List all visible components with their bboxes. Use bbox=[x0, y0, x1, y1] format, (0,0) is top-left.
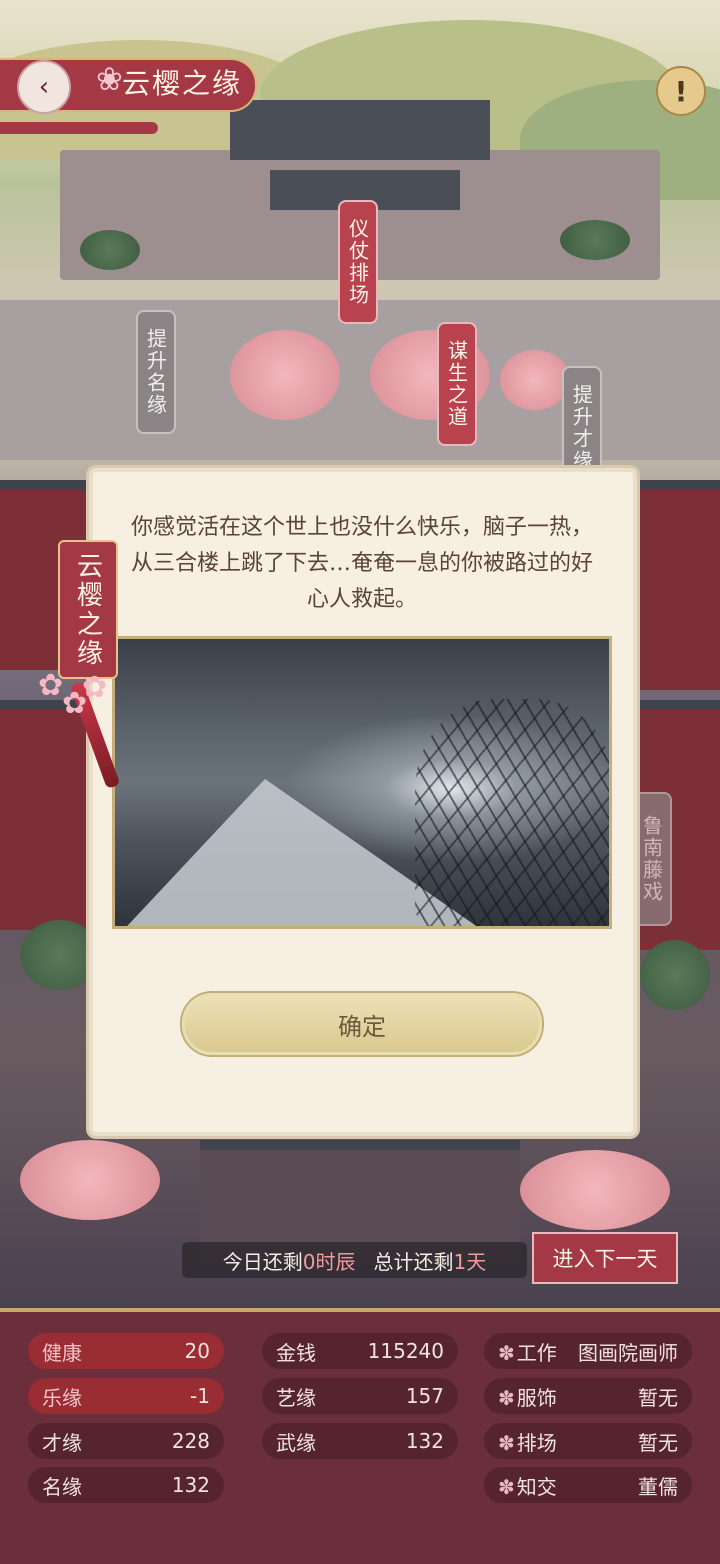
stat-clothing[interactable]: 服饰暂无 bbox=[484, 1378, 692, 1414]
building bbox=[630, 480, 720, 690]
total-remaining-label: 总计还剩 bbox=[373, 1249, 454, 1274]
stormy-night-illustration bbox=[112, 636, 612, 929]
stat-art: 艺缘 157 bbox=[262, 1378, 458, 1414]
cherry-tree bbox=[230, 330, 340, 420]
stat-joy: 乐缘 -1 bbox=[28, 1378, 224, 1414]
stat-friend[interactable]: 知交董儒 bbox=[484, 1467, 692, 1503]
today-remaining-label: 今日还剩 bbox=[222, 1249, 303, 1274]
event-message: 你感觉活在这个世上也没什么快乐，脑子一热，从三合楼上跳了下去…奄奄一息的你被路过… bbox=[130, 515, 593, 612]
green-tree bbox=[80, 230, 140, 270]
confirm-button[interactable]: 确定 bbox=[182, 993, 542, 1055]
time-remaining-strip: 今日还剩 0时辰 总计还剩 1天 bbox=[182, 1242, 527, 1278]
next-day-button[interactable]: 进入下一天 bbox=[532, 1232, 678, 1284]
courtyard bbox=[0, 300, 720, 460]
stat-fame: 名缘 132 bbox=[28, 1467, 224, 1503]
dialog-side-tag: 云樱之缘 bbox=[58, 540, 118, 679]
flower-icon: ❀ bbox=[96, 60, 123, 98]
bare-tree-shape bbox=[415, 699, 609, 926]
exclamation-icon: ! bbox=[674, 74, 688, 108]
alert-button[interactable]: ! bbox=[656, 66, 706, 116]
cherry-tree bbox=[520, 1150, 670, 1230]
cherry-tree bbox=[500, 350, 570, 410]
map-tag-ceremony[interactable]: 仪仗排场 bbox=[338, 200, 378, 324]
page-title: 云樱之缘 bbox=[122, 67, 243, 100]
chevron-left-icon: ‹ bbox=[38, 72, 50, 102]
palace-roof bbox=[230, 100, 490, 160]
map-tag-livelihood[interactable]: 谋生之道 bbox=[437, 322, 477, 446]
cherry-blossom-icon: ✿ ✿ ✿ bbox=[38, 668, 108, 721]
stat-money: 金钱 115240 bbox=[262, 1333, 458, 1369]
cherry-tree bbox=[20, 1140, 160, 1220]
building bbox=[0, 700, 90, 930]
stat-martial: 武缘 132 bbox=[262, 1423, 458, 1459]
back-button[interactable]: ‹ bbox=[17, 60, 71, 114]
stat-talent: 才缘 228 bbox=[28, 1423, 224, 1459]
green-tree bbox=[640, 940, 710, 1010]
total-remaining-value: 1天 bbox=[453, 1249, 487, 1274]
stat-work[interactable]: 工作图画院画师 bbox=[484, 1333, 692, 1369]
stat-health: 健康 20 bbox=[28, 1333, 224, 1369]
green-tree bbox=[560, 220, 630, 260]
today-remaining-value: 0时辰 bbox=[302, 1249, 356, 1274]
stat-retinue[interactable]: 排场暂无 bbox=[484, 1423, 692, 1459]
title-bar-underline bbox=[0, 122, 158, 134]
map-tag-fame[interactable]: 提升名缘 bbox=[136, 310, 176, 434]
